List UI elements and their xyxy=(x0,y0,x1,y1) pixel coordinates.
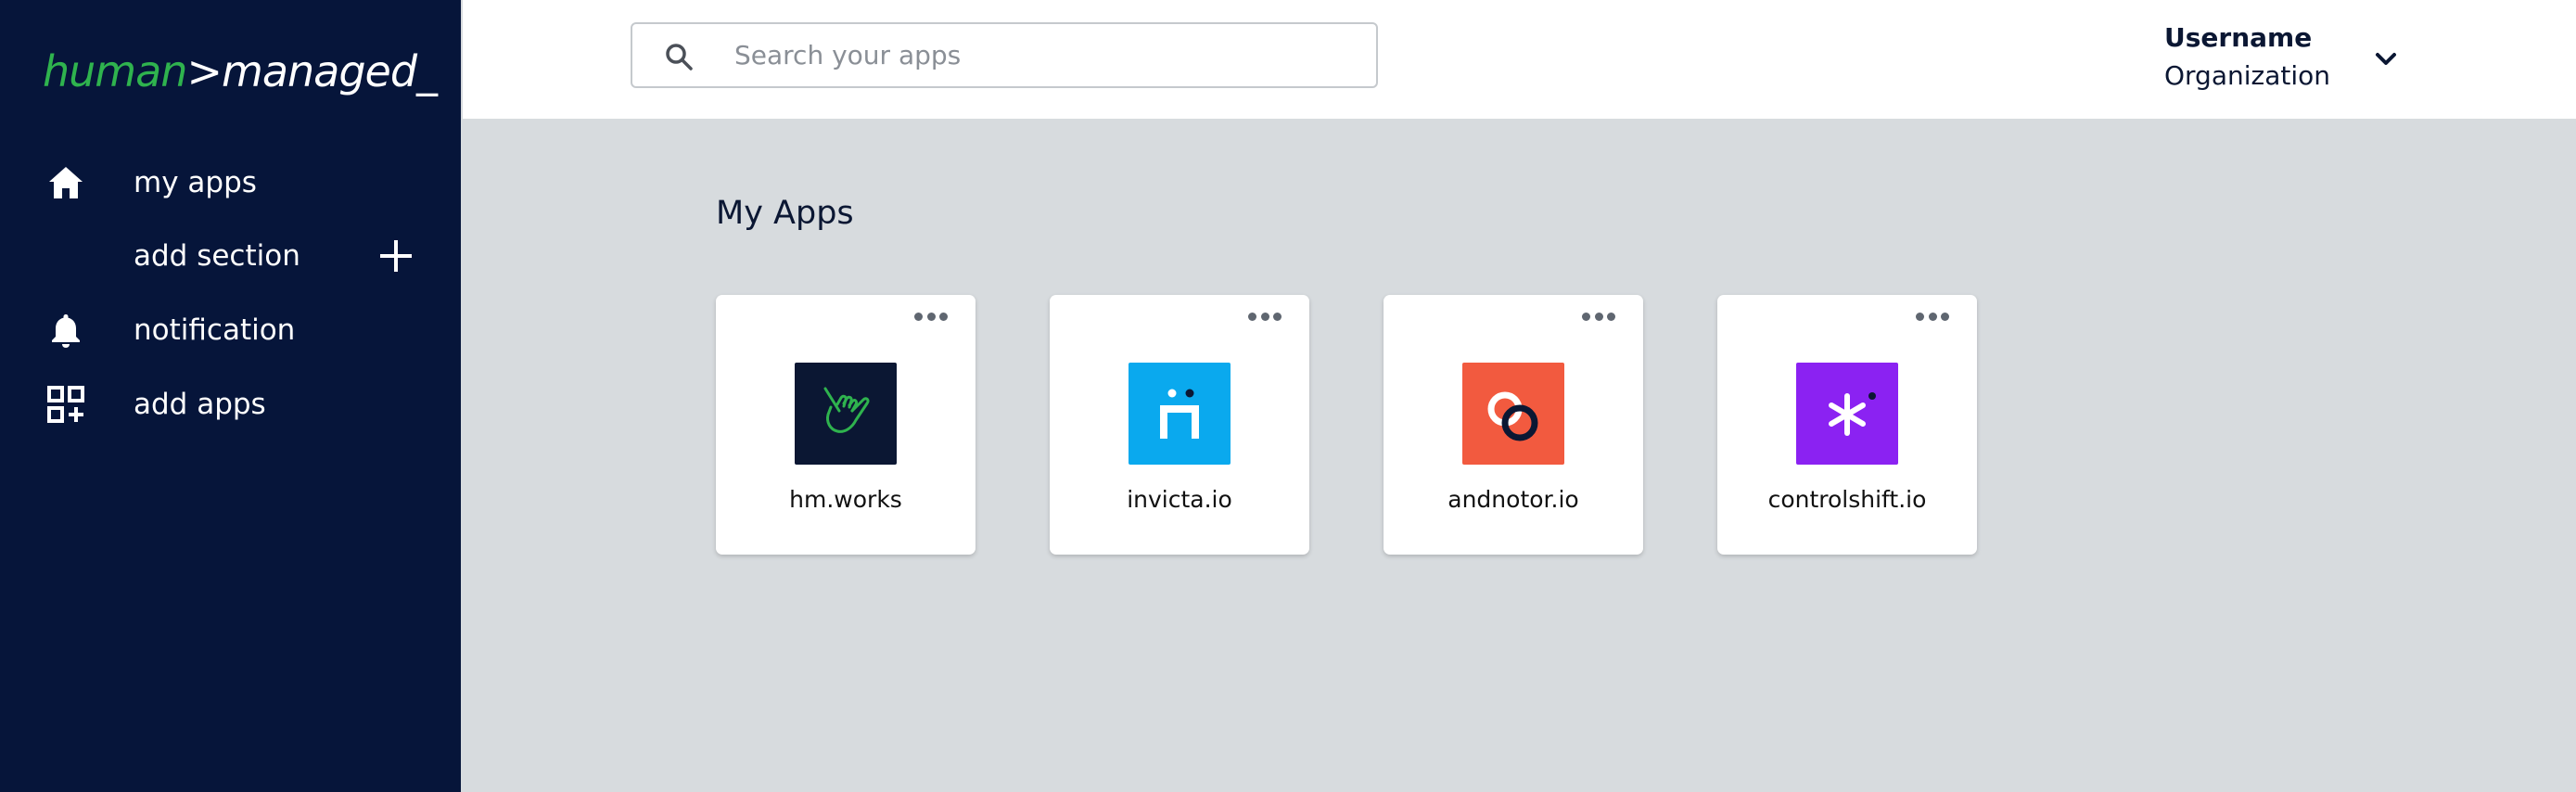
more-options-icon[interactable] xyxy=(1582,310,1615,323)
search-bar[interactable] xyxy=(631,22,1378,88)
more-options-icon[interactable] xyxy=(1248,310,1282,323)
app-name: invicta.io xyxy=(1127,486,1232,513)
app-card-andnotor-io[interactable]: andnotor.io xyxy=(1384,295,1643,555)
more-options-icon[interactable] xyxy=(1916,310,1949,323)
sidebar-item-my-apps[interactable]: my apps xyxy=(0,155,461,211)
app-name: hm.works xyxy=(789,486,902,513)
app-card-controlshift-io[interactable]: controlshift.io xyxy=(1717,295,1977,555)
organization-name: Organization xyxy=(2164,60,2331,91)
plus-icon[interactable] xyxy=(378,238,414,274)
sidebar: human>managed_ my apps add section notif… xyxy=(0,0,461,792)
bell-icon xyxy=(45,309,87,351)
asterisk-icon xyxy=(1796,363,1898,465)
sidebar-item-label: my apps xyxy=(134,166,257,199)
search-input[interactable] xyxy=(734,24,1365,86)
app-name: andnotor.io xyxy=(1447,486,1579,513)
app-name: controlshift.io xyxy=(1767,486,1927,513)
brand-logo[interactable]: human>managed_ xyxy=(43,46,438,96)
sidebar-item-label: add section xyxy=(134,239,300,273)
hand-icon xyxy=(795,363,897,465)
home-icon xyxy=(45,161,87,204)
sidebar-item-notification[interactable]: notification xyxy=(0,302,461,358)
sidebar-item-add-section[interactable]: add section xyxy=(0,228,461,284)
app-card-hm-works[interactable]: hm.works xyxy=(716,295,976,555)
sidebar-item-add-apps[interactable]: add apps xyxy=(0,377,461,432)
brand-logo-part-human: human xyxy=(43,46,187,96)
username: Username xyxy=(2164,22,2313,53)
page-title: My Apps xyxy=(716,195,854,232)
add-apps-grid-icon xyxy=(45,383,87,426)
user-menu[interactable]: Username Organization xyxy=(2164,22,2330,91)
top-header: Username Organization xyxy=(463,0,2576,119)
rings-icon xyxy=(1462,363,1564,465)
search-icon xyxy=(666,44,693,70)
sidebar-item-label: notification xyxy=(134,313,296,347)
sidebar-item-label: add apps xyxy=(134,388,266,421)
more-options-icon[interactable] xyxy=(914,310,948,323)
chevron-down-icon[interactable] xyxy=(2370,44,2402,75)
brand-logo-part-managed: >managed_ xyxy=(186,46,438,96)
app-card-invicta-io[interactable]: invicta.io xyxy=(1050,295,1309,555)
invicta-logo-icon xyxy=(1129,363,1231,465)
